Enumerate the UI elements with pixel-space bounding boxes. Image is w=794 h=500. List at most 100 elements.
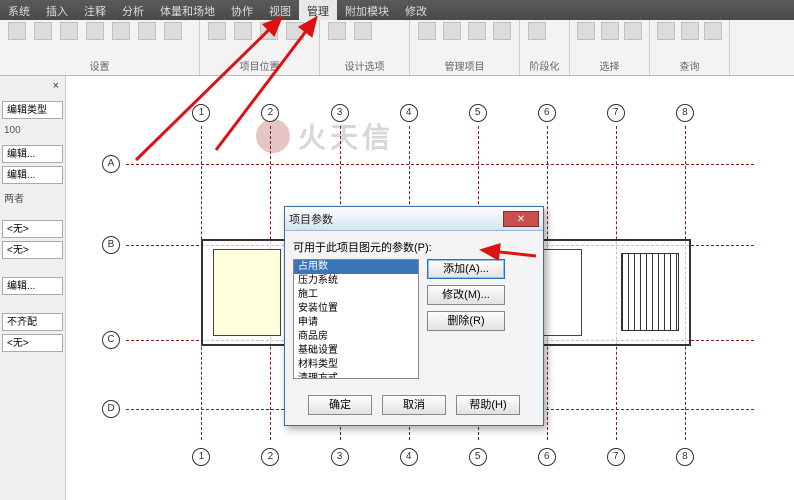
parameter-listbox[interactable]: 占用数 压力系统 施工 安装位置 申请 商品房 基础设置 材料类型 清理方式 压… bbox=[293, 259, 419, 379]
menu-0[interactable]: 系统 bbox=[0, 0, 38, 20]
list-item[interactable]: 压力系统 bbox=[294, 274, 418, 288]
none-dropdown[interactable]: <无> bbox=[2, 241, 63, 259]
ribbon-btn[interactable] bbox=[136, 22, 158, 52]
ribbon-btn[interactable] bbox=[416, 22, 437, 52]
list-item[interactable]: 商品房 bbox=[294, 330, 418, 344]
grid-bubble: 8 bbox=[676, 104, 694, 122]
ribbon-btn[interactable] bbox=[258, 22, 280, 52]
menu-8[interactable]: 附加模块 bbox=[337, 0, 397, 20]
grid-bubble: A bbox=[102, 155, 120, 173]
ribbon-btn[interactable] bbox=[206, 22, 228, 52]
project-parameters-dialog: 项目参数 ✕ 可用于此项目图元的参数(P): 占用数 压力系统 施工 安装位置 … bbox=[284, 206, 544, 426]
not-all-dropdown[interactable]: 不齐配 bbox=[2, 313, 63, 331]
list-item[interactable]: 基础设置 bbox=[294, 344, 418, 358]
dialog-caption: 可用于此项目图元的参数(P): bbox=[293, 239, 535, 255]
ribbon-btn[interactable] bbox=[680, 22, 700, 52]
grid-bubble: 7 bbox=[607, 104, 625, 122]
menu-bar: 系统 插入 注释 分析 体量和场地 协作 视图 管理 附加模块 修改 bbox=[0, 0, 794, 20]
grid-bubble: 1 bbox=[192, 448, 210, 466]
none-dropdown[interactable]: <无> bbox=[2, 334, 63, 352]
edit-button[interactable]: 编辑... bbox=[2, 166, 63, 184]
menu-1[interactable]: 插入 bbox=[38, 0, 76, 20]
ribbon-btn[interactable] bbox=[703, 22, 723, 52]
grid-bubble: 1 bbox=[192, 104, 210, 122]
cancel-button[interactable]: 取消 bbox=[382, 395, 446, 415]
list-item[interactable]: 申请 bbox=[294, 316, 418, 330]
panel-close-icon[interactable]: × bbox=[2, 80, 63, 92]
dialog-titlebar[interactable]: 项目参数 ✕ bbox=[285, 207, 543, 231]
ribbon-btn[interactable] bbox=[58, 22, 80, 52]
dialog-title: 项目参数 bbox=[289, 211, 503, 227]
ribbon-btn[interactable] bbox=[162, 22, 184, 52]
ribbon-btn[interactable] bbox=[32, 22, 54, 52]
grid-bubble: 2 bbox=[261, 448, 279, 466]
menu-6[interactable]: 视图 bbox=[261, 0, 299, 20]
list-item[interactable]: 占用数 bbox=[294, 260, 418, 274]
ribbon-group-phase: 阶段化 bbox=[520, 20, 570, 75]
grid-bubble: 6 bbox=[538, 448, 556, 466]
ribbon-group-label: 查询 bbox=[656, 58, 723, 75]
list-item[interactable]: 清理方式 bbox=[294, 372, 418, 379]
ribbon-group-label: 设置 bbox=[6, 58, 193, 75]
menu-9[interactable]: 修改 bbox=[397, 0, 435, 20]
ribbon-group-location: 项目位置 bbox=[200, 20, 320, 75]
delete-button[interactable]: 删除(R) bbox=[427, 311, 505, 331]
ribbon-group-design: 设计选项 bbox=[320, 20, 410, 75]
ribbon-group-manage: 管理项目 bbox=[410, 20, 520, 75]
list-item[interactable]: 安装位置 bbox=[294, 302, 418, 316]
ribbon-group-label: 阶段化 bbox=[526, 58, 563, 75]
menu-5[interactable]: 协作 bbox=[223, 0, 261, 20]
ribbon: 设置 项目位置 设计选项 管理项目 阶段化 bbox=[0, 20, 794, 76]
ribbon-btn[interactable] bbox=[84, 22, 106, 52]
ribbon-btn[interactable] bbox=[6, 22, 28, 52]
ribbon-btn[interactable] bbox=[623, 22, 643, 52]
edit-type-button[interactable]: 编辑类型 bbox=[2, 101, 63, 119]
ribbon-group-label: 选择 bbox=[576, 58, 643, 75]
ribbon-btn[interactable] bbox=[526, 22, 548, 52]
properties-panel: × 编辑类型 100 编辑... 编辑... 两者 <无> <无> 编辑... … bbox=[0, 76, 66, 500]
workspace: × 编辑类型 100 编辑... 编辑... 两者 <无> <无> 编辑... … bbox=[0, 76, 794, 500]
grid-bubble: 8 bbox=[676, 448, 694, 466]
grid-bubble: 6 bbox=[538, 104, 556, 122]
ribbon-btn[interactable] bbox=[492, 22, 513, 52]
ribbon-btn[interactable] bbox=[352, 22, 374, 52]
menu-2[interactable]: 注释 bbox=[76, 0, 114, 20]
edit-button[interactable]: 编辑... bbox=[2, 145, 63, 163]
grid-bubble: 7 bbox=[607, 448, 625, 466]
none-dropdown[interactable]: <无> bbox=[2, 220, 63, 238]
modify-button[interactable]: 修改(M)... bbox=[427, 285, 505, 305]
list-item[interactable]: 施工 bbox=[294, 288, 418, 302]
grid-bubble: 5 bbox=[469, 448, 487, 466]
label-both: 两者 bbox=[4, 190, 63, 205]
menu-7[interactable]: 管理 bbox=[299, 0, 337, 20]
ribbon-btn[interactable] bbox=[656, 22, 676, 52]
grid-bubble: 4 bbox=[400, 448, 418, 466]
ribbon-group-select: 选择 bbox=[570, 20, 650, 75]
grid-bubble: D bbox=[102, 400, 120, 418]
edit-button[interactable]: 编辑... bbox=[2, 277, 63, 295]
ribbon-group-label: 设计选项 bbox=[326, 58, 403, 75]
grid-bubble: 5 bbox=[469, 104, 487, 122]
ribbon-btn[interactable] bbox=[576, 22, 596, 52]
ribbon-btn[interactable] bbox=[110, 22, 132, 52]
help-button[interactable]: 帮助(H) bbox=[456, 395, 520, 415]
ribbon-group-label: 管理项目 bbox=[416, 58, 513, 75]
ribbon-btn[interactable] bbox=[441, 22, 462, 52]
grid-bubble: C bbox=[102, 331, 120, 349]
ribbon-group-settings: 设置 bbox=[0, 20, 200, 75]
ribbon-btn[interactable] bbox=[467, 22, 488, 52]
ribbon-btn[interactable] bbox=[326, 22, 348, 52]
menu-3[interactable]: 分析 bbox=[114, 0, 152, 20]
ribbon-btn[interactable] bbox=[600, 22, 620, 52]
ribbon-btn[interactable] bbox=[232, 22, 254, 52]
menu-4[interactable]: 体量和场地 bbox=[152, 0, 223, 20]
drawing-canvas[interactable]: 火天信 1 2 3 4 5 6 7 8 1 2 3 4 5 6 7 bbox=[66, 76, 794, 500]
val-100: 100 bbox=[4, 125, 63, 136]
ribbon-btn[interactable] bbox=[284, 22, 306, 52]
grid-bubble: 4 bbox=[400, 104, 418, 122]
ok-button[interactable]: 确定 bbox=[308, 395, 372, 415]
dialog-close-button[interactable]: ✕ bbox=[503, 211, 539, 227]
add-button[interactable]: 添加(A)... bbox=[427, 259, 505, 279]
grid-bubble: B bbox=[102, 236, 120, 254]
list-item[interactable]: 材料类型 bbox=[294, 358, 418, 372]
